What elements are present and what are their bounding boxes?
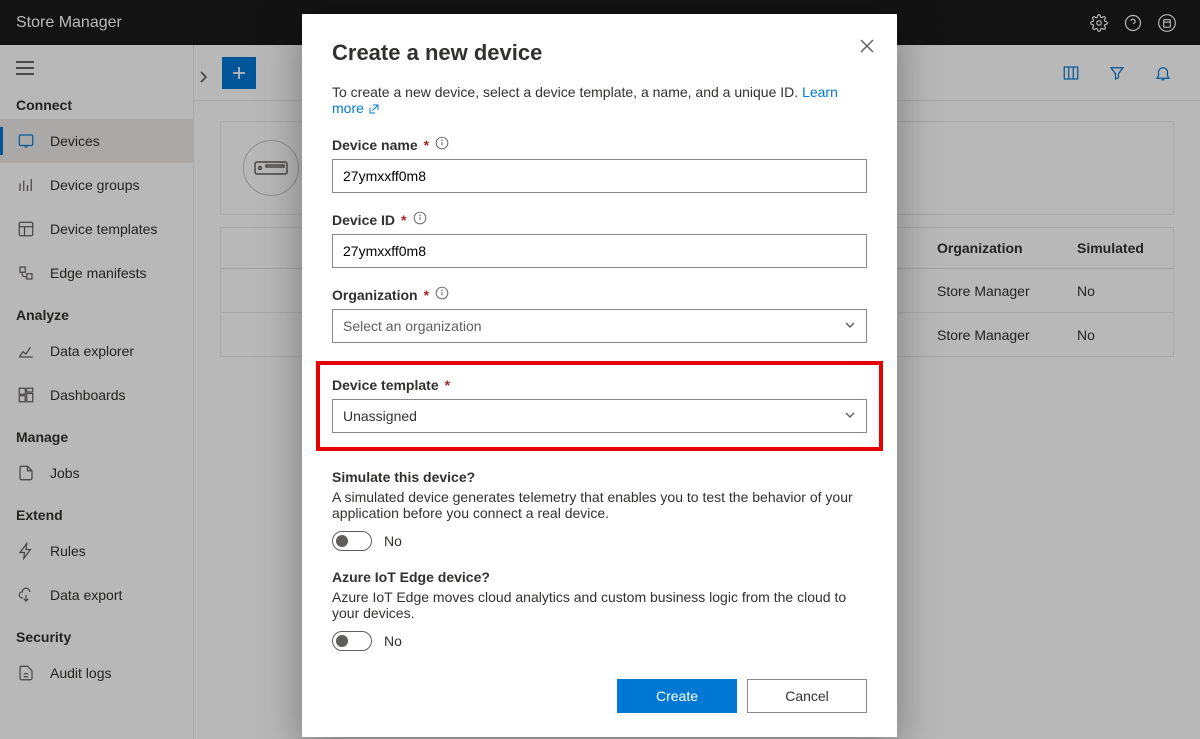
chevron-down-icon bbox=[844, 318, 856, 334]
device-id-label: Device ID* bbox=[332, 211, 867, 228]
organization-label: Organization* bbox=[332, 286, 867, 303]
info-icon[interactable] bbox=[435, 136, 449, 153]
organization-select[interactable]: Select an organization bbox=[332, 309, 867, 343]
device-id-input[interactable] bbox=[332, 234, 867, 268]
simulate-heading: Simulate this device? bbox=[332, 469, 867, 485]
close-icon[interactable] bbox=[859, 38, 875, 57]
device-name-input[interactable] bbox=[332, 159, 867, 193]
device-name-label: Device name* bbox=[332, 136, 867, 153]
edge-toggle[interactable] bbox=[332, 631, 372, 651]
simulate-toggle[interactable] bbox=[332, 531, 372, 551]
simulate-value: No bbox=[384, 533, 402, 549]
device-template-highlight: Device template* Unassigned bbox=[316, 361, 883, 451]
create-button[interactable]: Create bbox=[617, 679, 737, 713]
edge-desc: Azure IoT Edge moves cloud analytics and… bbox=[332, 589, 867, 621]
edge-heading: Azure IoT Edge device? bbox=[332, 569, 867, 585]
info-icon[interactable] bbox=[413, 211, 427, 228]
modal-description: To create a new device, select a device … bbox=[332, 84, 867, 116]
modal-title: Create a new device bbox=[332, 40, 867, 66]
create-device-modal: Create a new device To create a new devi… bbox=[302, 14, 897, 737]
cancel-button[interactable]: Cancel bbox=[747, 679, 867, 713]
simulate-desc: A simulated device generates telemetry t… bbox=[332, 489, 867, 521]
chevron-down-icon bbox=[844, 408, 856, 424]
info-icon[interactable] bbox=[435, 286, 449, 303]
device-template-select[interactable]: Unassigned bbox=[332, 399, 867, 433]
device-template-label: Device template* bbox=[332, 377, 867, 393]
edge-value: No bbox=[384, 633, 402, 649]
